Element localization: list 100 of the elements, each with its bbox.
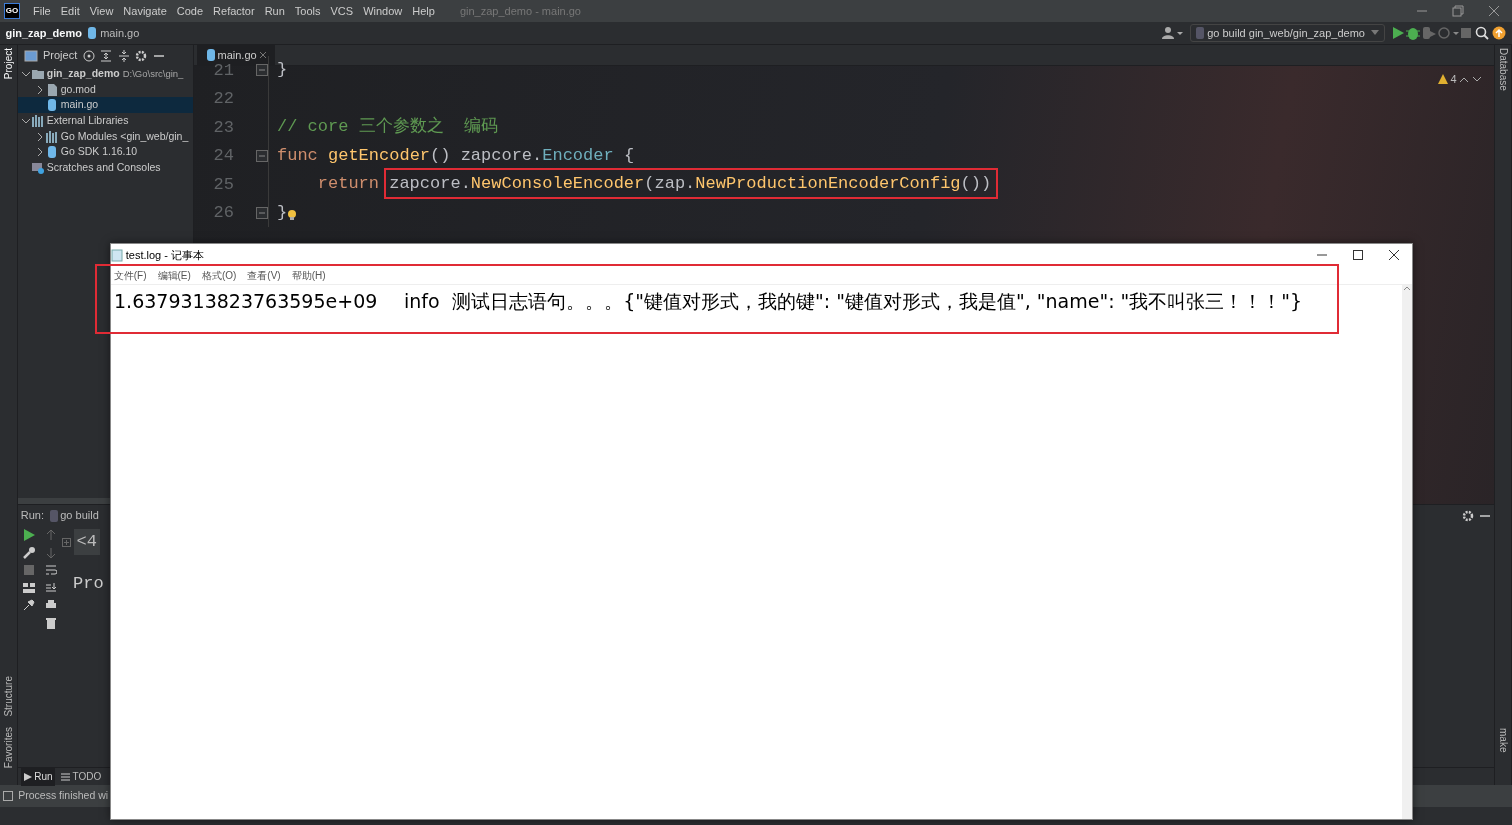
menu-item[interactable]: Code bbox=[171, 2, 209, 20]
line-number: 26 bbox=[212, 202, 234, 224]
chevron-up-icon[interactable] bbox=[1403, 285, 1411, 291]
menu-item[interactable]: Navigate bbox=[118, 2, 172, 20]
menu-item[interactable]: Window bbox=[358, 2, 408, 20]
file-icon bbox=[46, 83, 58, 96]
menu-item[interactable]: View bbox=[84, 2, 119, 20]
tool-window-tab[interactable]: TODO bbox=[58, 767, 105, 786]
tree-item[interactable]: go.mod bbox=[18, 81, 193, 98]
folder-icon bbox=[32, 67, 44, 80]
stop-icon[interactable] bbox=[23, 564, 35, 577]
file-icon bbox=[49, 509, 58, 522]
code-line: // core 三个参数之 编码 bbox=[277, 115, 499, 138]
warning-count[interactable]: 4 bbox=[1450, 71, 1457, 88]
process-tab[interactable]: go build bbox=[49, 507, 99, 524]
user-icon[interactable] bbox=[1162, 26, 1185, 40]
library-icon bbox=[32, 114, 44, 127]
code-line: func getEncoder() zapcore.Encoder { bbox=[277, 144, 635, 167]
console-output: Pro bbox=[73, 573, 104, 596]
update-icon[interactable] bbox=[1490, 26, 1507, 40]
chevron-up-icon[interactable] bbox=[1459, 75, 1470, 84]
go-file-icon bbox=[204, 49, 215, 61]
fold-icon[interactable] bbox=[256, 206, 268, 219]
pin-icon[interactable] bbox=[23, 599, 35, 612]
tool-window-tab[interactable]: Project bbox=[1, 47, 16, 79]
project-icon bbox=[23, 49, 38, 62]
menu-item[interactable]: Edit bbox=[55, 2, 85, 20]
menu-item[interactable]: 文件(F) bbox=[113, 267, 147, 283]
tool-window-tab[interactable]: Favorites bbox=[1, 727, 16, 769]
panel-title[interactable]: Project bbox=[43, 47, 78, 64]
tree-item[interactable]: Scratches and Consoles bbox=[18, 160, 193, 176]
scroll-end-icon[interactable] bbox=[45, 581, 57, 594]
run-icon[interactable] bbox=[23, 529, 35, 542]
menu-item[interactable]: 查看(V) bbox=[247, 267, 281, 283]
status-message: Process finished wi bbox=[18, 788, 109, 804]
list-icon bbox=[60, 772, 70, 781]
tool-window-tab[interactable]: make bbox=[1495, 727, 1511, 752]
menu-item[interactable]: Tools bbox=[289, 2, 326, 20]
run-config-dropdown[interactable]: go build gin_web/gin_zap_demo bbox=[1189, 24, 1385, 42]
notepad-icon bbox=[111, 248, 123, 262]
breadcrumb-item[interactable]: gin_zap_demo bbox=[5, 24, 82, 42]
fold-icon[interactable] bbox=[256, 149, 268, 162]
chevron-down-icon[interactable] bbox=[1472, 75, 1482, 84]
panel-title: Run: bbox=[20, 508, 44, 524]
menu-item[interactable]: 编辑(E) bbox=[157, 267, 191, 283]
tool-window-tab[interactable]: Structure bbox=[1, 675, 16, 717]
caret-icon bbox=[1370, 30, 1379, 36]
tree-item[interactable]: External Libraries bbox=[18, 113, 193, 129]
trash-icon[interactable] bbox=[45, 616, 57, 629]
arrow-down-icon[interactable] bbox=[45, 546, 57, 559]
target-icon[interactable] bbox=[82, 49, 95, 62]
menu-item[interactable]: Refactor bbox=[208, 2, 260, 20]
tree-item[interactable]: Go SDK 1.16.10 bbox=[18, 144, 193, 161]
line-number: 22 bbox=[212, 88, 234, 110]
code-line: return zapcore.NewConsoleEncoder(zap.NewProductionEncoderConfig()) bbox=[316, 173, 992, 195]
settings-icon[interactable] bbox=[1461, 509, 1474, 522]
warning-icon bbox=[1437, 74, 1448, 85]
collapse-all-icon[interactable] bbox=[117, 49, 130, 62]
library-icon bbox=[46, 130, 58, 143]
menu-item[interactable]: File bbox=[28, 2, 56, 20]
tree-item[interactable]: main.go bbox=[18, 97, 193, 114]
text-line: 1.6379313823763595e+09 info 测试日志语句。。。{"键值对形式，我的键": "键值对形式，我是值", "name": "我不叫张三！！！"} bbox=[113, 288, 1304, 314]
wrench-icon[interactable] bbox=[23, 546, 35, 559]
app-logo: GO bbox=[4, 3, 20, 19]
scrollbar[interactable] bbox=[1402, 285, 1412, 819]
tree-item[interactable]: Go Modules <gin_web/gin_ bbox=[18, 128, 193, 145]
code-line: } bbox=[277, 201, 288, 224]
file-icon bbox=[1196, 27, 1205, 39]
editor-tab[interactable]: main.go bbox=[196, 45, 276, 65]
tool-window-tab[interactable]: Database bbox=[1495, 47, 1511, 91]
menu-item[interactable]: 格式(O) bbox=[201, 267, 237, 283]
menu-item[interactable]: 帮助(H) bbox=[291, 267, 326, 283]
wrap-icon[interactable] bbox=[45, 564, 57, 577]
menu-item[interactable]: VCS bbox=[325, 2, 359, 20]
code-line: } bbox=[277, 59, 288, 81]
arrow-up-icon[interactable] bbox=[45, 529, 57, 542]
breadcrumb-item[interactable]: main.go bbox=[100, 24, 140, 42]
expand-icon[interactable] bbox=[62, 537, 71, 547]
menu-item[interactable]: Help bbox=[407, 2, 440, 20]
panel-icon[interactable] bbox=[2, 791, 13, 801]
window-title: test.log - 记事本 bbox=[125, 247, 204, 263]
settings-icon[interactable] bbox=[135, 49, 148, 62]
scratch-icon bbox=[32, 161, 44, 174]
line-number: 23 bbox=[212, 116, 234, 139]
line-number: 25 bbox=[212, 173, 234, 196]
folded-output[interactable]: <4 bbox=[73, 529, 100, 555]
fold-icon[interactable] bbox=[256, 64, 268, 77]
go-file-icon bbox=[46, 146, 58, 159]
run-icon bbox=[23, 772, 32, 781]
tree-item[interactable]: gin_zap_demo D:\Go\src\gin_ bbox=[18, 66, 193, 82]
run-icon[interactable] bbox=[1390, 26, 1405, 40]
expand-all-icon[interactable] bbox=[100, 49, 113, 62]
layout-icon[interactable] bbox=[23, 581, 35, 594]
line-number: 24 bbox=[212, 145, 234, 167]
go-file-icon bbox=[87, 27, 98, 39]
go-file-icon bbox=[46, 99, 58, 112]
bug-icon[interactable] bbox=[1404, 26, 1421, 40]
menu-item[interactable]: Run bbox=[259, 2, 290, 20]
tool-window-tab[interactable]: Run bbox=[20, 767, 56, 786]
window-title: gin_zap_demo - main.go bbox=[459, 3, 581, 19]
